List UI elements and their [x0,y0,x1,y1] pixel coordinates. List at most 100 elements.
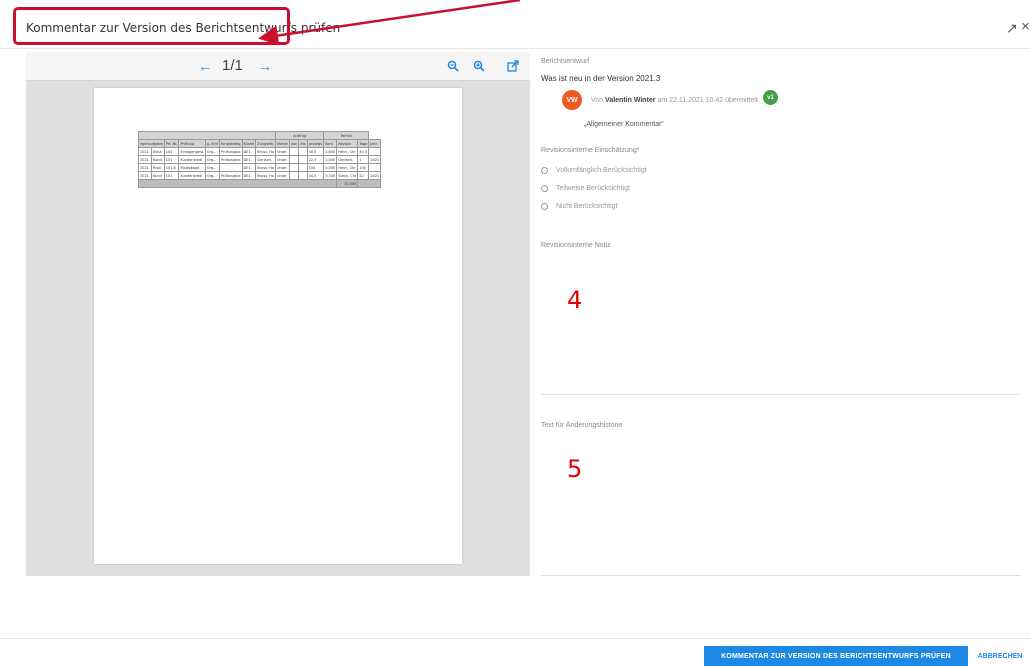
table-cell: 2,600 [323,147,338,156]
table-cell: Unde [275,155,290,164]
table-header: Jahr [368,139,382,148]
table-row: 2021 Riski 101.6 Risikokapit Org.- DE1. Bruss,… [138,163,382,172]
next-page-icon[interactable]: → [258,58,272,74]
review-comment-button[interactable]: KOMMENTAR ZUR VERSION DES BERICHTSENTWUR… [704,646,968,666]
table-cell: Org.- [204,163,220,172]
table-cell: Unde [275,147,290,156]
table-header: Von [288,139,300,148]
table-cell: Prüfungska [218,171,243,180]
table-cell: Riski [150,163,165,172]
annotation-arrow [258,0,521,46]
zoom-in-icon[interactable] [473,60,485,72]
table-cell: Risikokapit [178,163,206,172]
table-cell: Gerlach, [336,155,359,164]
table-total: 10,500 [336,179,359,188]
note-label: Revisionsinterne Notiz [541,242,611,249]
radio-circle[interactable] [541,202,548,210]
comment-text: „Allgemeiner Kommentar“ [584,121,664,128]
viewer-toolbar: ← 1/1 → [26,52,530,81]
table-cell: Bruss, Ho [255,163,276,172]
radio-full[interactable]: Vollumfänglich Berücksichtigt [541,164,647,176]
table-cell [298,163,308,172]
version-badge: v1 [763,90,778,105]
table-cell [298,155,308,164]
table-cell: Steck, Chr [336,171,359,180]
table-cell: Kund [150,155,165,164]
table-cell [288,163,300,172]
meta-prefix: Von [591,97,604,104]
history-textarea[interactable] [541,432,1021,576]
open-external-icon[interactable] [507,60,519,72]
annotation-marker-5: 5 [567,455,583,483]
table-cell: 1,000 [323,155,338,164]
table-header: Kern [323,139,338,148]
zoom-out-icon[interactable] [447,60,459,72]
table-cell: Gerlach, [255,155,276,164]
table-cell: Bruss, Ho [255,171,276,180]
radio-label: Nicht Berücksichtigt [556,202,618,210]
radio-label: Vollumfänglich Berücksichtigt [556,166,647,174]
previous-page-icon[interactable]: ← [198,58,212,74]
avatar: VW [562,90,582,110]
table-row: 2021 Kund 101 Kundenkredi Org.- Prüfungska DE1… [138,171,382,180]
table-cell: 2021 [138,147,152,156]
table-cell: Henn, Chr [336,147,359,156]
table-cell: Henn, Chr [336,163,359,172]
cancel-button[interactable]: ABBRECHEN [970,646,1030,666]
table-cell: Unde [275,163,290,172]
table-cell [368,163,382,172]
radio-partial[interactable]: Teilweise Berücksichtigt [541,182,630,194]
document-table: Auftrag Termin egensufgabe Prf.-Nr. Prüf… [137,131,382,188]
table-cell: DE1. [241,171,257,180]
table-cell [288,155,300,164]
annotation-marker-4: 4 [567,286,583,314]
table-cell: 3,300 [323,171,338,180]
table-cell: 40,5 [357,147,370,156]
table-row: 2021 Einla 102 Einlagengesc Org.- Prüfungska D… [138,147,382,156]
table-header: Zungselb [255,139,276,148]
table-cell: 100 [306,163,325,172]
table-header: Prüfung [178,139,206,148]
table-cell [138,131,276,140]
table-cell [137,179,338,188]
table-cell: 0,000 [323,163,338,172]
table-header: g.-Einf [204,139,220,148]
table-cell [298,171,308,180]
table-cell: Kundenkredi [178,155,206,164]
table-cell: 22 [357,171,370,180]
table-row: 2021 Kund 101 Kundenkredi Org.- Prüfungska DE1… [138,155,382,164]
table-cell [298,147,308,156]
table-cell [357,179,382,188]
table-cell: Unde [275,171,290,180]
draft-label: Berichtsentwurf [541,58,590,65]
table-cell: Bruss, Ho [255,147,276,156]
radio-circle[interactable] [541,184,548,192]
table-cell: 44,5 [306,171,325,180]
note-textarea[interactable] [541,252,1021,395]
table-cell: Termin [323,131,370,140]
table-cell [288,171,300,180]
table-group-row: Auftrag Termin [138,131,381,140]
table-cell: 22,5 [306,155,325,164]
assessment-label: Revisionsinterne Einschätzung* [541,147,640,154]
table-header: egensufgabe [138,139,165,148]
table-cell: Einla [150,147,165,156]
radio-circle[interactable] [541,166,548,174]
table-header-row: egensufgabe Prf.-Nr. Prüfung g.-Einf fun… [138,139,382,148]
radio-none[interactable]: Nicht Berücksichtigt [541,200,617,212]
table-cell: 102 [163,147,180,156]
history-label: Text für Änderungshistorie [541,422,623,429]
table-cell: Kundenkredi [178,171,206,180]
table-cell: DE1. [241,163,257,172]
table-cell: 2021 [138,155,152,164]
radio-label: Teilweise Berücksichtigt [556,184,630,192]
table-header: Revisor [336,139,359,148]
pdf-page: Auftrag Termin egensufgabe Prf.-Nr. Prüf… [94,88,462,564]
table-cell: DE1. [241,155,257,164]
table-cell: Org.- [204,171,220,180]
table-cell: Prüfungska [218,147,243,156]
document-viewer: ← 1/1 → Auftrag Termin egensufgabe Prf.-… [26,52,530,576]
table-header: sevorgs [306,139,325,148]
table-cell: 2021 [368,171,382,180]
draft-value: Was ist neu in der Version 2021.3 [541,74,661,83]
